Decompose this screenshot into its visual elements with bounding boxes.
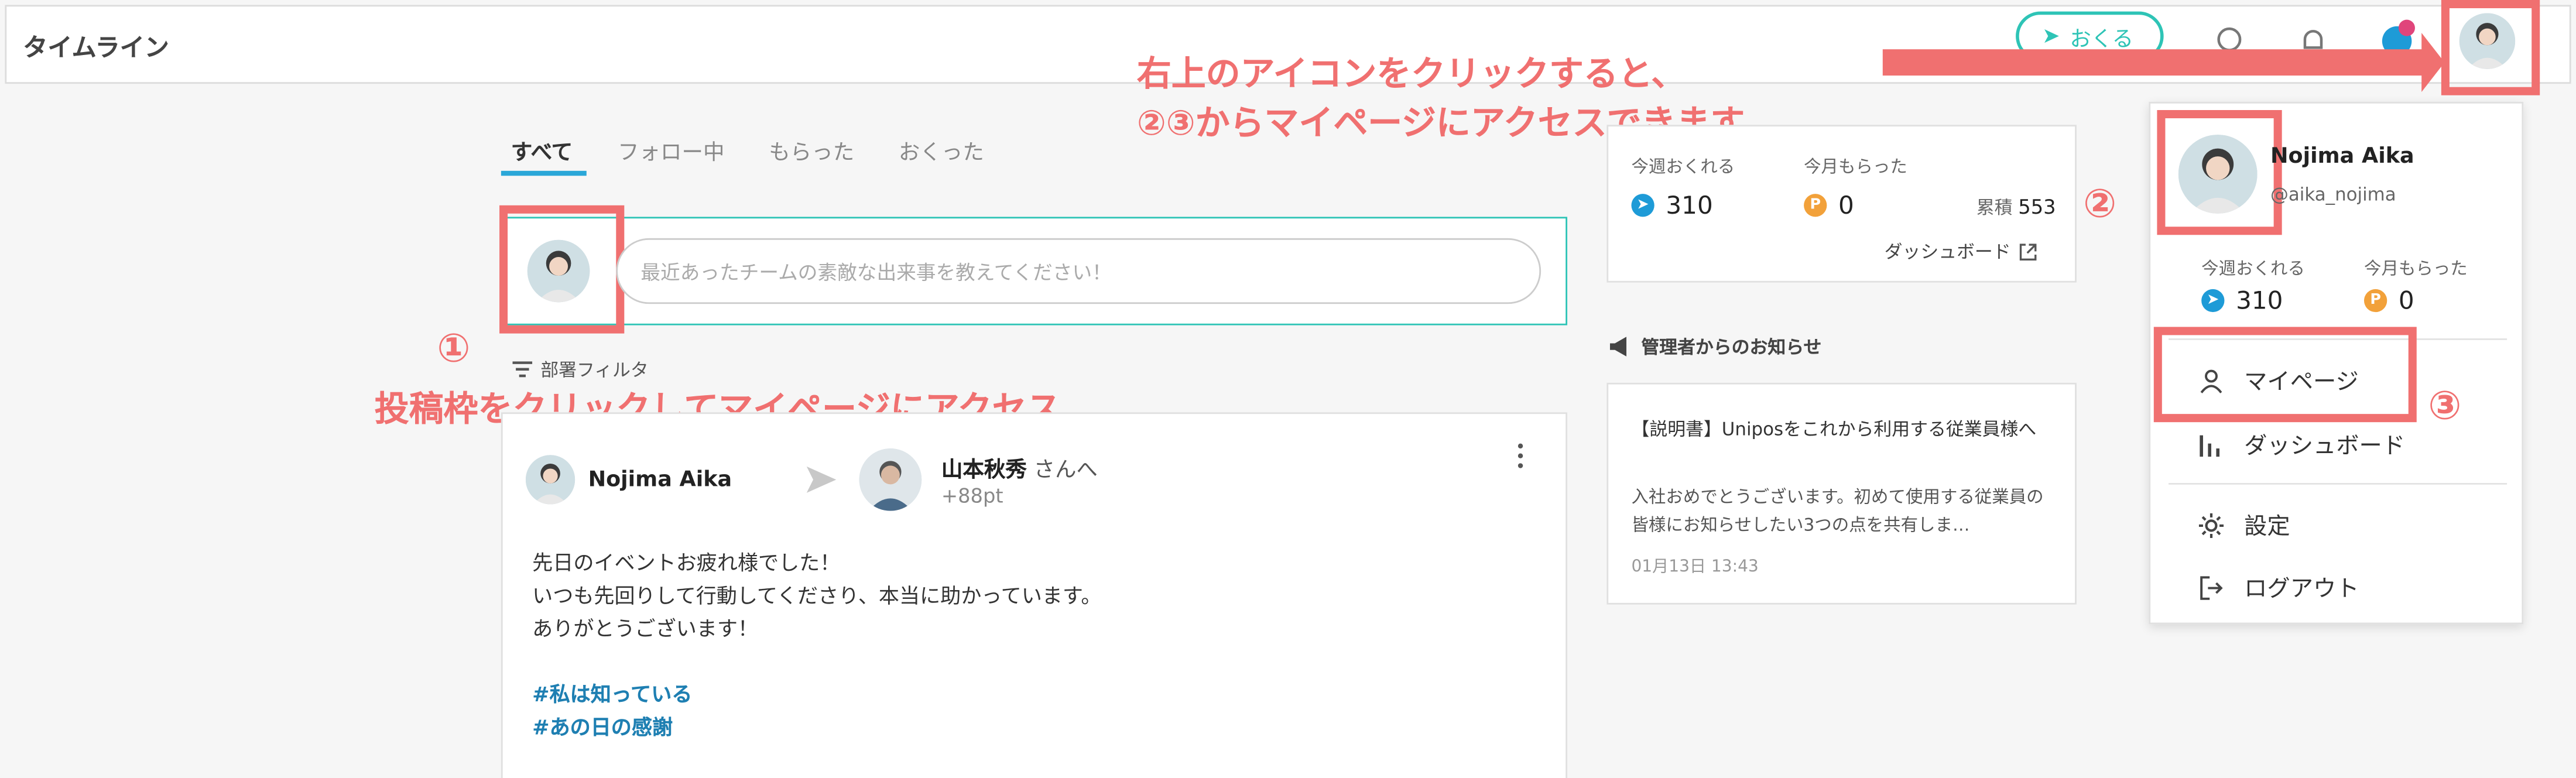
post-sender-name[interactable]: Nojima Aika — [588, 468, 732, 493]
annotation-frame-mypage — [2153, 327, 2417, 423]
news-section-header: 管理者からのお知らせ — [1608, 334, 1821, 360]
send-badge-icon: ➤ — [2201, 289, 2225, 313]
annotation-top-line1: 右上のアイコンをクリックすると、 — [1136, 54, 1686, 94]
send-icon: ➤ — [2041, 23, 2060, 49]
menu-item-label: 設定 — [2244, 514, 2290, 541]
page: タイムライン ➤ おくる 右上のアイコンをクリックすると、 ②③からマイページに… — [0, 0, 2576, 778]
dropdown-send-allowance: ➤ 310 — [2201, 286, 2283, 316]
tab-received[interactable]: もらった — [769, 135, 854, 166]
news-item-title[interactable]: 【説明書】Uniposをこれから利用する従業員様へ — [1631, 416, 2051, 444]
send-button-label: おくる — [2070, 27, 2134, 52]
total-label: 累積 — [1976, 197, 2013, 219]
menu-item-label: ダッシュボード — [2244, 433, 2406, 460]
send-allowance-label: 今週おくれる — [1631, 157, 1735, 178]
gear-icon — [2198, 513, 2224, 538]
post-body-line: 先日のイベントお疲れ様でした！ — [532, 550, 841, 575]
post-recipient-name[interactable]: 山本秋秀 — [941, 458, 1027, 483]
hashtag-link[interactable]: #あの日の感謝 — [532, 711, 1101, 744]
dropdown-received-points: P 0 — [2363, 286, 2414, 316]
post-body-line: いつも先回りして行動してくださり、本当に助かっています。 — [532, 583, 1102, 608]
annotation-number-1: ① — [437, 325, 471, 372]
dashboard-link[interactable]: ダッシュボード — [1885, 238, 2037, 265]
news-section-title: 管理者からのお知らせ — [1641, 337, 1822, 358]
send-allowance: ➤ 310 — [1631, 190, 1713, 221]
annotation-number-2: ② — [2083, 180, 2117, 227]
total-points: 累積 553 — [1976, 194, 2056, 220]
menu-item-label: ログアウト — [2244, 576, 2359, 603]
tab-active-indicator — [501, 170, 587, 176]
send-allowance-value: 310 — [1666, 190, 1713, 221]
external-link-icon — [2019, 243, 2037, 260]
page-title: タイムライン — [23, 33, 169, 63]
points-badge-icon: P — [2363, 289, 2387, 313]
menu-item-settings[interactable]: 設定 — [2198, 509, 2290, 542]
dashboard-link-label: ダッシュボード — [1884, 241, 2011, 263]
post-sender-avatar[interactable] — [525, 455, 576, 505]
received-points: P 0 — [1804, 190, 1854, 221]
post-input[interactable]: 最近あったチームの素敵な出来事を教えてください！ — [616, 238, 1542, 304]
news-item-body: 入社おめでとうございます。初めて使用する従業員の皆様にお知らせしたい3つの点を共… — [1631, 488, 2044, 536]
total-value: 553 — [2018, 195, 2056, 219]
more-options-icon[interactable] — [1513, 443, 1529, 474]
send-arrow-icon — [806, 466, 837, 493]
bar-chart-icon — [2200, 435, 2220, 457]
post-points: +88pt — [941, 484, 1003, 508]
logout-icon — [2200, 576, 2223, 600]
hashtag-link[interactable]: #私は知っている — [532, 678, 1101, 711]
tab-following[interactable]: フォロー中 — [618, 135, 724, 166]
menu-item-logout[interactable]: ログアウト — [2198, 572, 2359, 605]
post-recipient: 山本秋秀 さんへ — [941, 452, 1098, 483]
megaphone-icon — [1609, 337, 1627, 357]
dropdown-send-value: 310 — [2236, 286, 2283, 316]
points-badge-icon: P — [1804, 194, 1827, 217]
dropdown-user-name[interactable]: Nojima Aika — [2270, 145, 2414, 169]
dropdown-received-label: 今月もらった — [2363, 259, 2468, 280]
filter-label: 部署フィルタ — [540, 359, 649, 382]
annotation-frame-header-avatar — [2441, 0, 2540, 95]
dropdown-send-label: 今週おくれる — [2201, 259, 2305, 280]
dropdown-user-handle: @aika_nojima — [2270, 184, 2396, 205]
tab-all[interactable]: すべて — [511, 135, 573, 166]
annotation-number-3: ③ — [2428, 382, 2462, 429]
dropdown-received-value: 0 — [2398, 286, 2414, 316]
post-recipient-avatar[interactable] — [859, 448, 922, 511]
annotation-arrow — [1882, 49, 2425, 76]
annotation-arrow-head — [2421, 33, 2445, 92]
news-item-date: 01月13日 13:43 — [1631, 558, 1759, 577]
dropdown-divider — [2169, 482, 2508, 485]
department-filter[interactable]: 部署フィルタ — [512, 357, 649, 383]
received-label: 今月もらった — [1804, 157, 1907, 178]
post-body-line: ありがとうございます！ — [532, 616, 759, 641]
annotation-frame-dropdown-avatar — [2157, 110, 2282, 235]
send-badge-icon: ➤ — [1631, 194, 1654, 217]
tab-sent[interactable]: おくった — [899, 135, 984, 166]
received-value: 0 — [1838, 190, 1854, 221]
post-recipient-suffix: さんへ — [1033, 458, 1098, 483]
menu-item-dashboard[interactable]: ダッシュボード — [2198, 429, 2406, 461]
annotation-frame-composer-avatar — [499, 205, 625, 334]
post-body: 先日のイベントお疲れ様でした！ いつも先回りして行動してくださり、本当に助かって… — [532, 547, 1101, 744]
filter-icon — [512, 361, 533, 378]
